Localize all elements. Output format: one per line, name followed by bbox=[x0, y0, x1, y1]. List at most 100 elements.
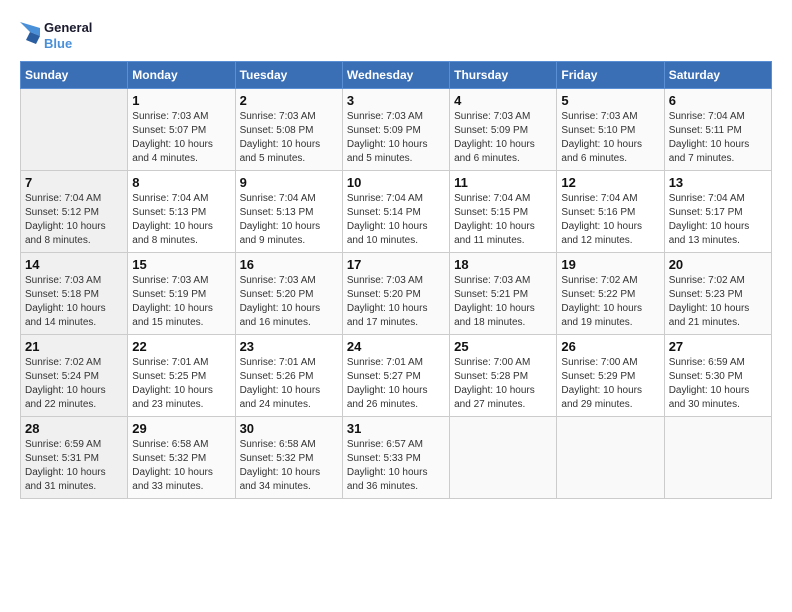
calendar-cell: 6 Sunrise: 7:04 AMSunset: 5:11 PMDaylight… bbox=[664, 89, 771, 171]
calendar-cell: 31 Sunrise: 6:57 AMSunset: 5:33 PMDayligh… bbox=[342, 417, 449, 499]
day-info: Sunrise: 7:04 AMSunset: 5:15 PMDaylight:… bbox=[454, 192, 552, 248]
day-info: Sunrise: 6:59 AMSunset: 5:30 PMDaylight:… bbox=[669, 356, 767, 412]
day-info: Sunrise: 7:04 AMSunset: 5:14 PMDaylight:… bbox=[347, 192, 445, 248]
calendar-cell: 12 Sunrise: 7:04 AMSunset: 5:16 PMDayligh… bbox=[557, 171, 664, 253]
day-number: 26 bbox=[561, 339, 659, 354]
day-number: 15 bbox=[132, 257, 230, 272]
day-number: 12 bbox=[561, 175, 659, 190]
day-number: 29 bbox=[132, 421, 230, 436]
day-number: 25 bbox=[454, 339, 552, 354]
calendar-cell: 10 Sunrise: 7:04 AMSunset: 5:14 PMDayligh… bbox=[342, 171, 449, 253]
calendar-cell: 16 Sunrise: 7:03 AMSunset: 5:20 PMDayligh… bbox=[235, 253, 342, 335]
logo-text: General Blue bbox=[44, 20, 92, 51]
day-info: Sunrise: 7:02 AMSunset: 5:24 PMDaylight:… bbox=[25, 356, 123, 412]
calendar-week-5: 28 Sunrise: 6:59 AMSunset: 5:31 PMDayligh… bbox=[21, 417, 772, 499]
day-header-wednesday: Wednesday bbox=[342, 62, 449, 89]
day-info: Sunrise: 7:03 AMSunset: 5:21 PMDaylight:… bbox=[454, 274, 552, 330]
day-info: Sunrise: 7:03 AMSunset: 5:19 PMDaylight:… bbox=[132, 274, 230, 330]
calendar-cell: 21Sunrise: 7:02 AMSunset: 5:24 PMDayligh… bbox=[21, 335, 128, 417]
calendar-week-3: 14 Sunrise: 7:03 AMSunset: 5:18 PMDayligh… bbox=[21, 253, 772, 335]
calendar-cell bbox=[557, 417, 664, 499]
day-header-friday: Friday bbox=[557, 62, 664, 89]
logo-bird-icon bbox=[20, 22, 40, 50]
calendar-cell: 9 Sunrise: 7:04 AMSunset: 5:13 PMDaylight… bbox=[235, 171, 342, 253]
calendar-cell: 23 Sunrise: 7:01 AMSunset: 5:26 PMDayligh… bbox=[235, 335, 342, 417]
day-number: 2 bbox=[240, 93, 338, 108]
day-number: 23 bbox=[240, 339, 338, 354]
day-info: Sunrise: 6:59 AMSunset: 5:31 PMDaylight:… bbox=[25, 438, 123, 494]
day-number: 7 bbox=[25, 175, 123, 190]
day-number: 5 bbox=[561, 93, 659, 108]
day-info: Sunrise: 7:00 AMSunset: 5:29 PMDaylight:… bbox=[561, 356, 659, 412]
day-info: Sunrise: 7:04 AMSunset: 5:17 PMDaylight:… bbox=[669, 192, 767, 248]
day-number: 20 bbox=[669, 257, 767, 272]
day-info: Sunrise: 7:03 AMSunset: 5:08 PMDaylight:… bbox=[240, 110, 338, 166]
logo: General Blue bbox=[20, 20, 92, 51]
day-number: 24 bbox=[347, 339, 445, 354]
calendar-cell: 22Sunrise: 7:01 AMSunset: 5:25 PMDayligh… bbox=[128, 335, 235, 417]
calendar-cell: 18Sunrise: 7:03 AMSunset: 5:21 PMDayligh… bbox=[450, 253, 557, 335]
day-info: Sunrise: 7:01 AMSunset: 5:27 PMDaylight:… bbox=[347, 356, 445, 412]
day-number: 14 bbox=[25, 257, 123, 272]
day-info: Sunrise: 7:01 AMSunset: 5:26 PMDaylight:… bbox=[240, 356, 338, 412]
day-info: Sunrise: 7:03 AMSunset: 5:09 PMDaylight:… bbox=[347, 110, 445, 166]
day-number: 10 bbox=[347, 175, 445, 190]
day-header-sunday: Sunday bbox=[21, 62, 128, 89]
calendar-cell bbox=[664, 417, 771, 499]
calendar-cell: 1 Sunrise: 7:03 AMSunset: 5:07 PMDaylight… bbox=[128, 89, 235, 171]
day-number: 27 bbox=[669, 339, 767, 354]
day-info: Sunrise: 7:04 AMSunset: 5:16 PMDaylight:… bbox=[561, 192, 659, 248]
day-number: 4 bbox=[454, 93, 552, 108]
day-info: Sunrise: 7:02 AMSunset: 5:23 PMDaylight:… bbox=[669, 274, 767, 330]
day-info: Sunrise: 6:58 AMSunset: 5:32 PMDaylight:… bbox=[240, 438, 338, 494]
calendar-cell bbox=[450, 417, 557, 499]
calendar-cell: 14 Sunrise: 7:03 AMSunset: 5:18 PMDayligh… bbox=[21, 253, 128, 335]
day-info: Sunrise: 6:58 AMSunset: 5:32 PMDaylight:… bbox=[132, 438, 230, 494]
calendar-cell: 15 Sunrise: 7:03 AMSunset: 5:19 PMDayligh… bbox=[128, 253, 235, 335]
day-number: 31 bbox=[347, 421, 445, 436]
calendar-cell: 20 Sunrise: 7:02 AMSunset: 5:23 PMDayligh… bbox=[664, 253, 771, 335]
day-info: Sunrise: 7:02 AMSunset: 5:22 PMDaylight:… bbox=[561, 274, 659, 330]
calendar-cell: 30 Sunrise: 6:58 AMSunset: 5:32 PMDayligh… bbox=[235, 417, 342, 499]
day-header-saturday: Saturday bbox=[664, 62, 771, 89]
calendar-cell: 19 Sunrise: 7:02 AMSunset: 5:22 PMDayligh… bbox=[557, 253, 664, 335]
day-number: 28 bbox=[25, 421, 123, 436]
day-info: Sunrise: 7:03 AMSunset: 5:20 PMDaylight:… bbox=[240, 274, 338, 330]
day-number: 19 bbox=[561, 257, 659, 272]
day-info: Sunrise: 7:03 AMSunset: 5:10 PMDaylight:… bbox=[561, 110, 659, 166]
calendar-cell: 28 Sunrise: 6:59 AMSunset: 5:31 PMDayligh… bbox=[21, 417, 128, 499]
calendar-cell: 17 Sunrise: 7:03 AMSunset: 5:20 PMDayligh… bbox=[342, 253, 449, 335]
calendar-week-4: 21Sunrise: 7:02 AMSunset: 5:24 PMDayligh… bbox=[21, 335, 772, 417]
day-number: 22 bbox=[132, 339, 230, 354]
calendar-cell: 8Sunrise: 7:04 AMSunset: 5:13 PMDaylight… bbox=[128, 171, 235, 253]
day-info: Sunrise: 7:03 AMSunset: 5:20 PMDaylight:… bbox=[347, 274, 445, 330]
day-info: Sunrise: 7:03 AMSunset: 5:07 PMDaylight:… bbox=[132, 110, 230, 166]
page-header: General Blue bbox=[20, 20, 772, 51]
calendar-cell: 5 Sunrise: 7:03 AMSunset: 5:10 PMDaylight… bbox=[557, 89, 664, 171]
day-number: 17 bbox=[347, 257, 445, 272]
day-number: 13 bbox=[669, 175, 767, 190]
calendar-cell: 7 Sunrise: 7:04 AMSunset: 5:12 PMDaylight… bbox=[21, 171, 128, 253]
logo-container: General Blue bbox=[20, 20, 92, 51]
calendar-cell: 2 Sunrise: 7:03 AMSunset: 5:08 PMDaylight… bbox=[235, 89, 342, 171]
day-number: 16 bbox=[240, 257, 338, 272]
day-number: 1 bbox=[132, 93, 230, 108]
calendar-cell: 25Sunrise: 7:00 AMSunset: 5:28 PMDayligh… bbox=[450, 335, 557, 417]
calendar-header-row: SundayMondayTuesdayWednesdayThursdayFrid… bbox=[21, 62, 772, 89]
day-info: Sunrise: 6:57 AMSunset: 5:33 PMDaylight:… bbox=[347, 438, 445, 494]
day-number: 3 bbox=[347, 93, 445, 108]
calendar-table: SundayMondayTuesdayWednesdayThursdayFrid… bbox=[20, 61, 772, 499]
day-number: 9 bbox=[240, 175, 338, 190]
calendar-cell: 4Sunrise: 7:03 AMSunset: 5:09 PMDaylight… bbox=[450, 89, 557, 171]
day-info: Sunrise: 7:04 AMSunset: 5:11 PMDaylight:… bbox=[669, 110, 767, 166]
calendar-cell: 11Sunrise: 7:04 AMSunset: 5:15 PMDayligh… bbox=[450, 171, 557, 253]
day-info: Sunrise: 7:04 AMSunset: 5:12 PMDaylight:… bbox=[25, 192, 123, 248]
calendar-cell: 27 Sunrise: 6:59 AMSunset: 5:30 PMDayligh… bbox=[664, 335, 771, 417]
calendar-cell: 3 Sunrise: 7:03 AMSunset: 5:09 PMDaylight… bbox=[342, 89, 449, 171]
calendar-cell: 29 Sunrise: 6:58 AMSunset: 5:32 PMDayligh… bbox=[128, 417, 235, 499]
day-number: 30 bbox=[240, 421, 338, 436]
day-number: 6 bbox=[669, 93, 767, 108]
day-info: Sunrise: 7:04 AMSunset: 5:13 PMDaylight:… bbox=[132, 192, 230, 248]
day-info: Sunrise: 7:03 AMSunset: 5:18 PMDaylight:… bbox=[25, 274, 123, 330]
day-info: Sunrise: 7:04 AMSunset: 5:13 PMDaylight:… bbox=[240, 192, 338, 248]
